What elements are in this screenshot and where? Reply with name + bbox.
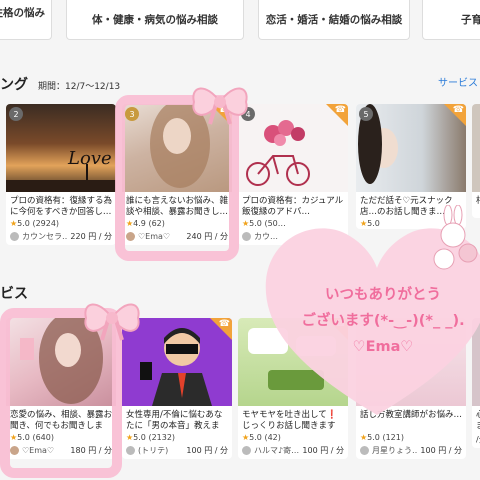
card-price: 100 円 / 分: [302, 446, 344, 455]
card-seller: ♡Ema♡ 240 円 / 分: [122, 229, 232, 245]
card-rating: ★5.0 (2924): [10, 219, 60, 228]
card-seller: ♡Ema♡ 180 円 / 分: [6, 443, 116, 459]
avatar: [126, 446, 135, 455]
card-rating: ★5.0 (42): [242, 433, 281, 442]
avatar: [360, 446, 369, 455]
rank-badge: 3: [125, 107, 139, 121]
avatar: [242, 232, 251, 241]
card-title: 女性専用/不倫に悩むあなたに「男の本音」教えます…: [126, 410, 223, 431]
phone-icon: ☎: [326, 104, 348, 126]
page: { "categories": [ {"label": "人生・性格の悩み相談"…: [0, 0, 480, 480]
card-price: 220 円 / 分: [70, 232, 112, 241]
card-thumbnail: 5 ☎: [356, 104, 466, 192]
service-card[interactable]: 相: [472, 104, 480, 218]
avatar: [126, 232, 135, 241]
card-price: 240 円 / 分: [186, 232, 228, 241]
category-button[interactable]: 恋活・婚活・結婚の悩み相談: [258, 0, 410, 40]
rank-badge: 5: [359, 107, 373, 121]
category-button[interactable]: 子育: [422, 0, 480, 40]
card-title: プロの資格有：復縁する為に今何をすべきか回答し…: [10, 196, 113, 217]
service-card[interactable]: Love 2 プロの資格有：復縁する為に今何をすべきか回答し… ★5.0 (29…: [6, 104, 116, 245]
services-link[interactable]: サービス: [438, 74, 478, 89]
ribbon-bow-icon: [192, 87, 248, 125]
ranking-header: ング 期間：12/7〜12/13: [0, 74, 120, 94]
category-button[interactable]: 人生・性格の悩み相談: [0, 0, 52, 40]
avatar: [10, 232, 19, 241]
category-button[interactable]: 体・健康・病気の悩み相談: [66, 0, 244, 40]
thank-you-message: いつもありがとう ございます(*-‿-)(*_ _). ♡Ema♡: [301, 287, 465, 355]
card-rating: ★5.0 (640): [10, 433, 54, 442]
phone-icon: ☎: [444, 104, 466, 126]
svg-text:Love: Love: [67, 148, 112, 169]
avatar: [10, 446, 19, 455]
card-thumbnail: 4 ☎: [238, 104, 348, 192]
card-rating: ★5.0 (121): [360, 433, 404, 442]
card-seller: 月星りょう… 100 円 / 分: [356, 443, 466, 459]
card-thumbnail: Love 2: [6, 104, 116, 192]
card-thumbnail: [472, 104, 480, 192]
ranking-title: ング: [0, 77, 28, 93]
card-price: 100 円 / 分: [186, 446, 228, 455]
phone-icon: ☎: [210, 318, 232, 340]
card-title: 誰にも言えないお悩み、雑談や相談、暴露お聞きし…: [126, 196, 229, 217]
card-price: 180 円 / 分: [70, 446, 112, 455]
card-title: 恋愛の悩み、相談、暴露お聞き、何でもお聞きします…: [10, 410, 113, 431]
card-seller: ハルマ♪寄… 100 円 / 分: [238, 443, 348, 459]
card-rating: ★5.0 (2132): [126, 433, 176, 442]
card-price: /分: [476, 435, 480, 444]
section-title: ビス: [0, 286, 28, 302]
rank-badge: 2: [9, 107, 23, 121]
bunny-sticker-icon: [433, 205, 478, 270]
card-price: 100 円 / 分: [420, 446, 462, 455]
ranking-period: 期間：12/7〜12/13: [38, 82, 121, 92]
card-seller: カウンセラ… 220 円 / 分: [6, 229, 116, 245]
card-seller: (トリテ) 100 円 / 分: [122, 443, 232, 459]
card-rating: ★4.9 (62): [126, 219, 165, 228]
sunset-love-image: Love: [6, 148, 116, 192]
avatar: [242, 446, 251, 455]
card-seller: /分: [472, 432, 480, 448]
ribbon-bow-icon: [84, 303, 140, 341]
